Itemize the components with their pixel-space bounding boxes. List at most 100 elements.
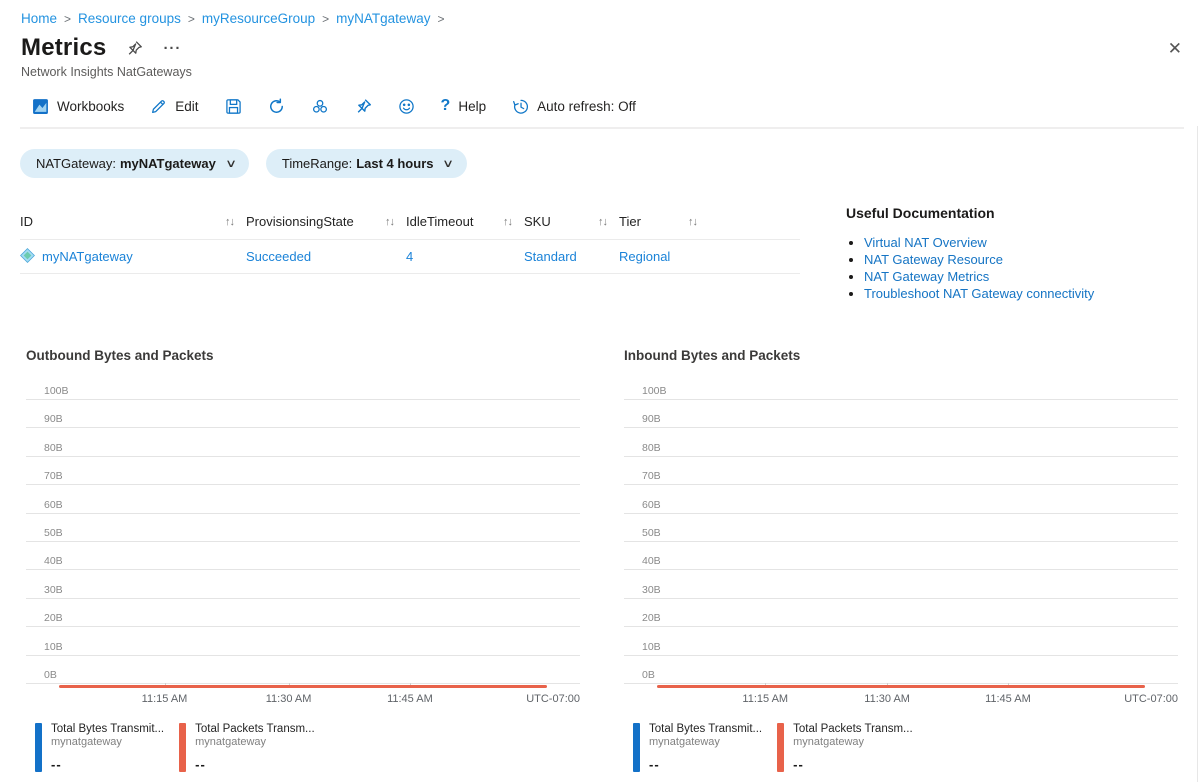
- breadcrumb: Home > Resource groups > myResourceGroup…: [0, 0, 1200, 26]
- list-item: NAT Gateway Resource: [864, 251, 1094, 268]
- pin-icon: [355, 98, 372, 115]
- time-range-filter-pill[interactable]: TimeRange: Last 4 hours ∨: [266, 149, 467, 178]
- help-button[interactable]: ? Help: [441, 97, 487, 115]
- help-label: Help: [458, 99, 486, 114]
- legend-resource-name: mynatgateway: [195, 736, 315, 748]
- y-gridline: 30B: [26, 598, 580, 599]
- chart-legend: Total Bytes Transmit...mynatgateway--Tot…: [35, 723, 580, 772]
- doc-link-virtual-nat-overview[interactable]: Virtual NAT Overview: [864, 235, 987, 250]
- cloud-icon: [311, 98, 329, 115]
- sort-icon[interactable]: ↑↓: [688, 216, 697, 228]
- breadcrumb-resource-group[interactable]: myResourceGroup: [202, 11, 315, 26]
- pin-to-dashboard-button[interactable]: [355, 98, 372, 115]
- y-tick-label: 90B: [642, 413, 661, 425]
- page-title: Metrics: [21, 34, 106, 62]
- y-gridline: 90B: [624, 427, 1178, 428]
- filter-label: TimeRange:: [282, 156, 352, 171]
- column-header-id[interactable]: ID ↑↓: [20, 214, 246, 229]
- x-tick-label: 11:15 AM: [142, 693, 188, 705]
- doc-link-troubleshoot-connectivity[interactable]: Troubleshoot NAT Gateway connectivity: [864, 286, 1094, 301]
- y-gridline: 10B: [26, 655, 580, 656]
- pin-icon[interactable]: [126, 40, 143, 57]
- y-gridline: 50B: [26, 541, 580, 542]
- y-tick-label: 90B: [44, 413, 63, 425]
- chart-legend: Total Bytes Transmit...mynatgateway--Tot…: [633, 723, 1178, 772]
- resource-id-link[interactable]: myNATgateway: [42, 249, 133, 264]
- y-tick-label: 100B: [44, 385, 69, 397]
- sort-icon[interactable]: ↑↓: [503, 216, 512, 228]
- nat-gateway-table: ID ↑↓ ProvisionsingState ↑↓ IdleTimeout …: [20, 204, 800, 302]
- breadcrumb-separator: >: [64, 12, 71, 26]
- useful-documentation-section: Useful Documentation Virtual NAT Overvie…: [846, 204, 1094, 302]
- chart-x-labels: 11:15 AM11:30 AM11:45 AMUTC-07:00: [624, 693, 1178, 708]
- auto-refresh-clock-icon: [512, 98, 529, 115]
- column-header-idle-timeout[interactable]: IdleTimeout ↑↓: [406, 214, 524, 229]
- column-header-provisioning-state[interactable]: ProvisionsingState ↑↓: [246, 214, 406, 229]
- close-icon[interactable]: ✕: [1168, 40, 1182, 57]
- legend-item[interactable]: Total Bytes Transmit...mynatgateway--: [633, 723, 762, 772]
- legend-series-name: Total Bytes Transmit...: [649, 723, 762, 735]
- y-tick-label: 50B: [44, 527, 63, 539]
- tier-value: Regional: [619, 249, 709, 264]
- x-tick-label: 11:45 AM: [985, 693, 1031, 705]
- cloud-button[interactable]: [311, 98, 329, 115]
- inbound-chart: Inbound Bytes and Packets 100B90B80B70B6…: [624, 348, 1178, 772]
- list-item: NAT Gateway Metrics: [864, 268, 1094, 285]
- legend-series-name: Total Packets Transm...: [793, 723, 913, 735]
- legend-text: Total Packets Transm...mynatgateway--: [784, 723, 913, 772]
- y-gridline: 70B: [624, 484, 1178, 485]
- column-header-tier[interactable]: Tier ↑↓: [619, 214, 709, 229]
- legend-text: Total Packets Transm...mynatgateway--: [186, 723, 315, 772]
- feedback-button[interactable]: [398, 98, 415, 115]
- page-subtitle: Network Insights NatGateways: [21, 65, 1200, 79]
- legend-color-bar: [777, 723, 784, 772]
- y-gridline: 40B: [624, 569, 1178, 570]
- y-tick-label: 20B: [44, 612, 63, 624]
- y-gridline: 40B: [26, 569, 580, 570]
- feedback-smiley-icon: [398, 98, 415, 115]
- sku-value: Standard: [524, 249, 619, 264]
- doc-link-nat-gateway-metrics[interactable]: NAT Gateway Metrics: [864, 269, 989, 284]
- legend-item[interactable]: Total Bytes Transmit...mynatgateway--: [35, 723, 164, 772]
- sort-icon[interactable]: ↑↓: [385, 216, 394, 228]
- series-flat-line: [59, 685, 547, 688]
- refresh-button[interactable]: [268, 98, 285, 115]
- save-icon: [225, 98, 242, 115]
- y-tick-label: 40B: [44, 555, 63, 567]
- nat-gateway-filter-pill[interactable]: NATGateway: myNATgateway ∨: [20, 149, 249, 178]
- breadcrumb-home[interactable]: Home: [21, 11, 57, 26]
- workbooks-button[interactable]: Workbooks: [32, 98, 124, 115]
- y-tick-label: 80B: [44, 442, 63, 454]
- y-gridline: 90B: [26, 427, 580, 428]
- legend-text: Total Bytes Transmit...mynatgateway--: [640, 723, 762, 772]
- legend-item[interactable]: Total Packets Transm...mynatgateway--: [179, 723, 315, 772]
- edit-button[interactable]: Edit: [150, 98, 198, 115]
- auto-refresh-button[interactable]: Auto refresh: Off: [512, 98, 636, 115]
- chart-plot: 100B90B80B70B60B50B40B30B20B10B0B: [624, 399, 1178, 683]
- y-gridline: 60B: [624, 513, 1178, 514]
- chart-title: Outbound Bytes and Packets: [26, 348, 580, 363]
- breadcrumb-separator: >: [188, 12, 195, 26]
- save-button[interactable]: [225, 98, 242, 115]
- edit-pencil-icon: [150, 98, 167, 115]
- legend-resource-name: mynatgateway: [649, 736, 762, 748]
- workbooks-icon: [32, 98, 49, 115]
- breadcrumb-resource-groups[interactable]: Resource groups: [78, 11, 181, 26]
- y-tick-label: 30B: [44, 584, 63, 596]
- y-tick-label: 30B: [642, 584, 661, 596]
- y-gridline: 100B: [624, 399, 1178, 400]
- legend-color-bar: [633, 723, 640, 772]
- x-tick-label: 11:30 AM: [266, 693, 312, 705]
- more-options-icon[interactable]: ···: [163, 40, 181, 57]
- legend-item[interactable]: Total Packets Transm...mynatgateway--: [777, 723, 913, 772]
- y-gridline: 70B: [26, 484, 580, 485]
- column-header-sku[interactable]: SKU ↑↓: [524, 214, 619, 229]
- auto-refresh-label: Auto refresh: Off: [537, 99, 636, 114]
- timezone-label: UTC-07:00: [526, 693, 580, 705]
- doc-link-nat-gateway-resource[interactable]: NAT Gateway Resource: [864, 252, 1003, 267]
- legend-series-name: Total Bytes Transmit...: [51, 723, 164, 735]
- workbooks-label: Workbooks: [57, 99, 124, 114]
- sort-icon[interactable]: ↑↓: [225, 216, 234, 228]
- breadcrumb-nat-gateway[interactable]: myNATgateway: [336, 11, 430, 26]
- sort-icon[interactable]: ↑↓: [598, 216, 607, 228]
